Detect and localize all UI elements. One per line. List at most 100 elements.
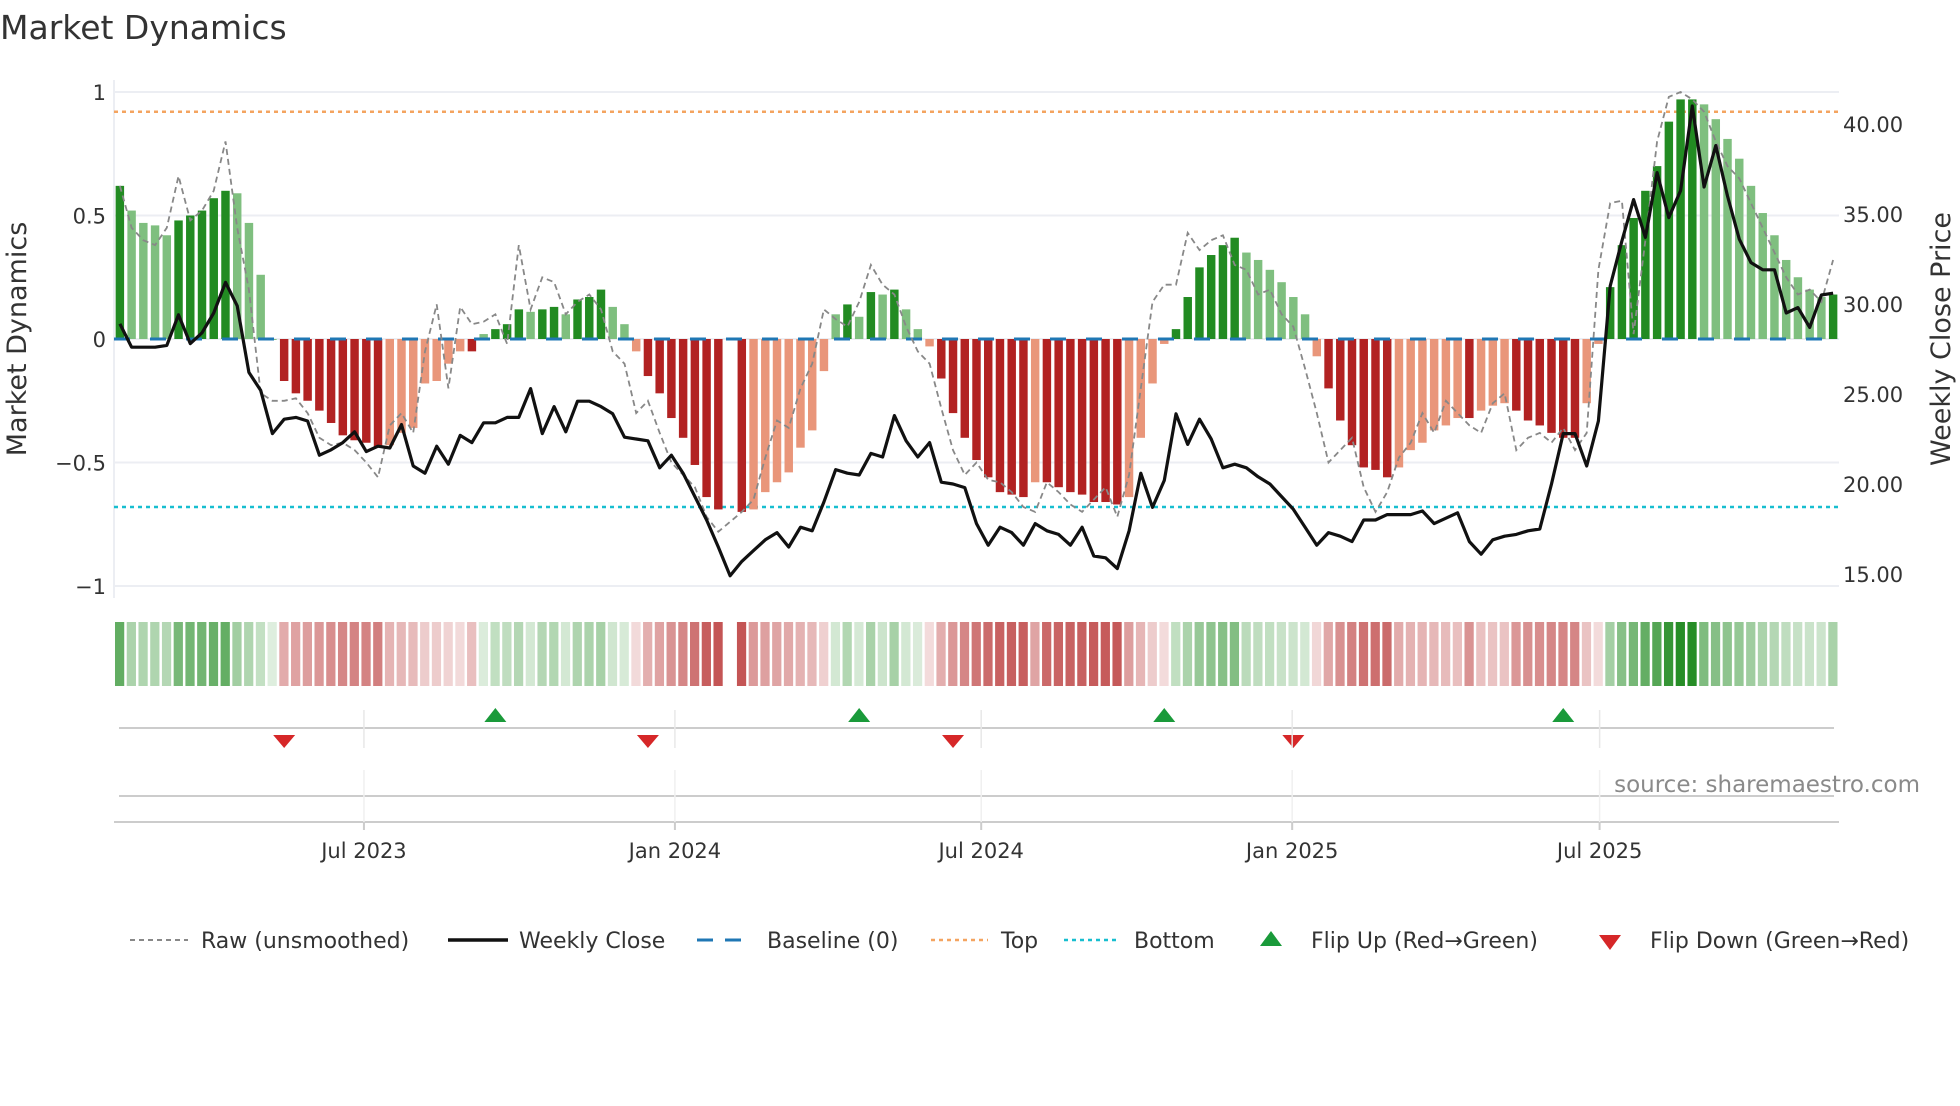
legend-flip-down-icon	[1599, 935, 1621, 950]
regime-cell	[1663, 622, 1674, 686]
dynamics-bar	[1523, 339, 1533, 421]
dynamics-bar	[995, 339, 1005, 493]
regime-cell	[1558, 622, 1568, 686]
dynamics-bar	[1253, 259, 1263, 339]
regime-cell	[467, 622, 477, 686]
regime-cell	[244, 622, 254, 686]
chart-title: Market Dynamics	[0, 8, 287, 47]
regime-cell	[455, 622, 465, 686]
x-tick-label: Jul 2025	[1555, 839, 1642, 863]
regime-cell	[560, 622, 571, 686]
regime-cell	[220, 622, 230, 686]
x-tick-label: Jan 2024	[627, 839, 722, 863]
dynamics-bar	[1218, 245, 1228, 339]
right-tick-label: 30.00	[1843, 293, 1903, 317]
regime-cell	[1699, 622, 1709, 686]
regime-cell	[1757, 622, 1768, 686]
dynamics-bar	[690, 339, 700, 465]
dynamics-bar	[1465, 339, 1474, 419]
regime-cell	[1147, 622, 1157, 686]
regime-cell	[701, 622, 711, 686]
right-tick-label: 35.00	[1843, 203, 1903, 227]
dynamics-bar	[538, 309, 547, 339]
dynamics-bar	[1089, 339, 1099, 503]
dynamics-bar	[620, 324, 629, 339]
dynamics-bar	[1735, 158, 1744, 339]
regime-cell	[1253, 622, 1263, 686]
regime-cell	[431, 622, 442, 686]
dynamics-bar	[1371, 339, 1380, 470]
dynamics-bar	[972, 339, 981, 461]
dynamics-bar	[1148, 339, 1157, 384]
regime-cell	[1265, 622, 1275, 686]
regime-cell	[619, 622, 629, 686]
regime-cell	[983, 622, 993, 686]
dynamics-bar	[373, 339, 383, 448]
regime-cell	[1124, 622, 1134, 686]
regime-cell	[1171, 622, 1181, 686]
dynamics-bar	[1547, 339, 1556, 433]
dynamics-bar	[1030, 339, 1040, 483]
dynamics-bar	[409, 339, 418, 428]
dynamics-bar	[854, 316, 864, 339]
regime-cell	[995, 622, 1005, 686]
regime-cell	[1300, 622, 1310, 686]
regime-cell	[596, 622, 606, 686]
regime-cell	[1675, 622, 1685, 686]
dynamics-bar	[1077, 339, 1087, 495]
regime-cell	[443, 622, 453, 686]
x-axis-ticks: Jul 2023 Jan 2024 Jul 2024 Jan 2025 Jul 2025	[319, 710, 1642, 863]
regime-cell	[666, 622, 676, 686]
dynamics-bar	[1101, 339, 1110, 503]
dynamics-bar	[444, 339, 453, 364]
regime-cell	[1687, 622, 1697, 686]
dynamics-bar	[796, 339, 805, 448]
left-axis-ticks: 1 0.5 0 −0.5 −1	[55, 81, 106, 599]
dynamics-bar	[948, 339, 958, 414]
regime-cell	[1628, 622, 1639, 686]
flip-down-marker	[942, 735, 965, 748]
regime-cell	[1746, 622, 1756, 686]
dynamics-bar	[256, 274, 265, 339]
legend-bottom-label: Bottom	[1134, 929, 1215, 954]
dynamics-bar	[1500, 339, 1509, 404]
regime-cell	[1347, 622, 1357, 686]
dynamics-bar	[549, 306, 559, 339]
regime-cell	[866, 622, 876, 686]
regime-cell	[1394, 622, 1404, 686]
dynamics-bar	[1488, 339, 1498, 406]
regime-cell	[1464, 622, 1474, 686]
regime-cell	[1816, 622, 1826, 686]
regime-cell	[760, 622, 770, 686]
regime-cell	[607, 622, 618, 686]
regime-cell	[1042, 622, 1052, 686]
regime-cell	[678, 622, 688, 686]
regime-cell	[1710, 622, 1721, 686]
regime-cell	[584, 622, 594, 686]
regime-cell	[1511, 622, 1521, 686]
regime-cell	[1335, 622, 1345, 686]
dynamics-bar	[315, 339, 324, 411]
regime-cell	[1405, 622, 1416, 686]
regime-cell	[490, 622, 500, 686]
regime-cell	[948, 622, 958, 686]
dynamics-bar	[784, 339, 793, 473]
regime-cell	[361, 622, 371, 686]
dynamics-bar	[127, 210, 136, 339]
regime-cell	[842, 622, 852, 686]
regime-cell	[971, 622, 981, 686]
regime-cell	[1241, 622, 1251, 686]
regime-cell	[643, 622, 653, 686]
right-axis-title: Weekly Close Price	[1926, 212, 1957, 466]
dynamics-bar	[1324, 339, 1333, 389]
legend-flip-up-label: Flip Up (Red→Green)	[1311, 929, 1538, 954]
regime-cell	[1006, 622, 1017, 686]
regime-cell	[314, 622, 324, 686]
dynamics-bar	[1559, 339, 1568, 438]
dynamics-bar	[1206, 255, 1216, 339]
dynamics-bar	[162, 235, 172, 339]
dynamics-bar	[1476, 339, 1486, 411]
regime-cell	[1546, 622, 1556, 686]
regime-cell	[1100, 622, 1110, 686]
dynamics-bar	[221, 190, 230, 339]
